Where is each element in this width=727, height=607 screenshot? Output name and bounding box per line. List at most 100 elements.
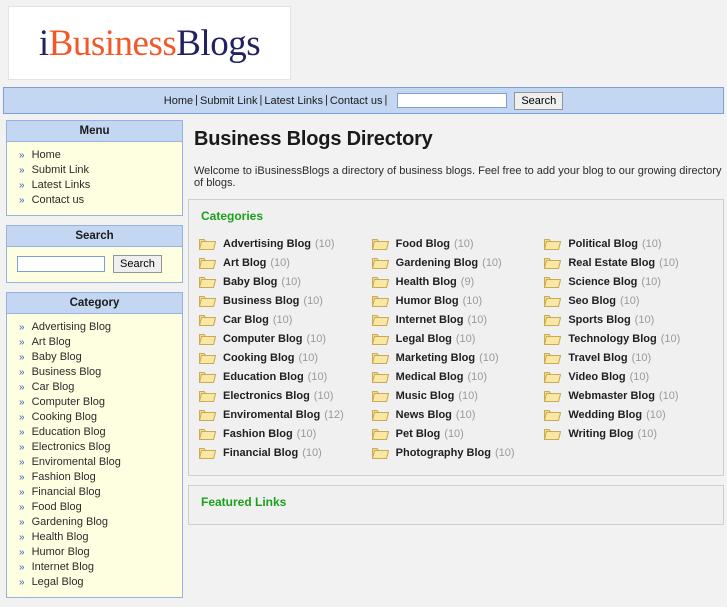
category-link-item[interactable]: Education Blog (10): [199, 368, 372, 385]
category-link-item[interactable]: Writing Blog (10): [544, 425, 717, 442]
category-link-item[interactable]: Gardening Blog (10): [371, 254, 545, 271]
sidebar-category-item[interactable]: » Humor Blog: [7, 545, 182, 560]
sidebar-category-label[interactable]: Business Blog: [32, 366, 102, 379]
sidebar-category-item[interactable]: » Computer Blog: [7, 395, 182, 410]
sidebar-search-button[interactable]: Search: [113, 255, 162, 273]
category-name[interactable]: Pet Blog: [396, 428, 441, 440]
category-name[interactable]: Computer Blog: [223, 333, 302, 345]
sidebar-category-item[interactable]: » Car Blog: [7, 380, 182, 395]
category-link-item[interactable]: Photography Blog (10): [371, 444, 545, 461]
category-name[interactable]: Internet Blog: [396, 314, 464, 326]
nav-link-latest-links[interactable]: Latest Links: [264, 94, 323, 106]
nav-link-contact-us[interactable]: Contact us: [330, 94, 383, 106]
category-name[interactable]: Fashion Blog: [223, 428, 293, 440]
nav-search-button[interactable]: Search: [514, 91, 564, 110]
category-name[interactable]: Art Blog: [223, 257, 266, 269]
category-link-item[interactable]: Music Blog (10): [371, 387, 545, 404]
sidebar-item-latest-links[interactable]: » Latest Links: [7, 178, 182, 193]
sidebar-category-item[interactable]: » Enviromental Blog: [7, 455, 182, 470]
sidebar-category-label[interactable]: Legal Blog: [32, 576, 84, 589]
sidebar-category-label[interactable]: Baby Blog: [32, 351, 82, 364]
category-link-item[interactable]: Sports Blog (10): [544, 311, 717, 328]
category-name[interactable]: Food Blog: [396, 238, 450, 250]
category-link-item[interactable]: Food Blog (10): [371, 235, 545, 252]
category-name[interactable]: Baby Blog: [223, 276, 277, 288]
category-name[interactable]: Webmaster Blog: [568, 390, 655, 402]
nav-search-input[interactable]: [397, 93, 508, 108]
category-name[interactable]: Sports Blog: [568, 314, 630, 326]
sidebar-search-input[interactable]: [17, 256, 105, 272]
category-name[interactable]: Travel Blog: [568, 352, 627, 364]
sidebar-category-item[interactable]: » Cooking Blog: [7, 410, 182, 425]
sidebar-category-label[interactable]: Advertising Blog: [32, 321, 112, 334]
category-link-item[interactable]: Art Blog (10): [199, 254, 372, 271]
category-name[interactable]: Music Blog: [396, 390, 455, 402]
sidebar-category-item[interactable]: » Health Blog: [7, 530, 182, 545]
category-link-item[interactable]: Wedding Blog (10): [544, 406, 717, 423]
category-name[interactable]: Cooking Blog: [223, 352, 295, 364]
sidebar-item-label[interactable]: Latest Links: [32, 179, 91, 192]
category-link-item[interactable]: Advertising Blog (10): [199, 235, 372, 252]
sidebar-category-item[interactable]: » Fashion Blog: [7, 470, 182, 485]
sidebar-category-item[interactable]: » Food Blog: [7, 500, 182, 515]
category-name[interactable]: Legal Blog: [396, 333, 452, 345]
sidebar-item-contact-us[interactable]: » Contact us: [7, 193, 182, 208]
sidebar-category-label[interactable]: Electronics Blog: [32, 441, 111, 454]
category-name[interactable]: Gardening Blog: [396, 257, 479, 269]
category-link-item[interactable]: Financial Blog (10): [199, 444, 372, 461]
sidebar-category-item[interactable]: » Advertising Blog: [7, 320, 182, 335]
sidebar-category-label[interactable]: Car Blog: [32, 381, 75, 394]
category-name[interactable]: Advertising Blog: [223, 238, 311, 250]
sidebar-category-item[interactable]: » Internet Blog: [7, 560, 182, 575]
sidebar-item-label[interactable]: Home: [32, 149, 61, 162]
sidebar-category-label[interactable]: Fashion Blog: [32, 471, 96, 484]
category-name[interactable]: Education Blog: [223, 371, 304, 383]
sidebar-category-label[interactable]: Internet Blog: [32, 561, 94, 574]
sidebar-category-item[interactable]: » Art Blog: [7, 335, 182, 350]
category-name[interactable]: Seo Blog: [568, 295, 616, 307]
category-name[interactable]: Business Blog: [223, 295, 299, 307]
category-name[interactable]: Photography Blog: [396, 447, 491, 459]
category-link-item[interactable]: Webmaster Blog (10): [544, 387, 717, 404]
category-link-item[interactable]: Seo Blog (10): [544, 292, 717, 309]
category-link-item[interactable]: Real Estate Blog (10): [544, 254, 717, 271]
category-name[interactable]: Enviromental Blog: [223, 409, 320, 421]
category-name[interactable]: Health Blog: [396, 276, 457, 288]
sidebar-category-label[interactable]: Cooking Blog: [32, 411, 97, 424]
category-link-item[interactable]: Health Blog (9): [371, 273, 545, 290]
sidebar-category-item[interactable]: » Baby Blog: [7, 350, 182, 365]
sidebar-category-item[interactable]: » Electronics Blog: [7, 440, 182, 455]
category-link-item[interactable]: Baby Blog (10): [199, 273, 372, 290]
category-name[interactable]: Marketing Blog: [396, 352, 475, 364]
nav-link-submit-link[interactable]: Submit Link: [200, 94, 257, 106]
sidebar-category-item[interactable]: » Business Blog: [7, 365, 182, 380]
category-name[interactable]: Video Blog: [568, 371, 625, 383]
category-name[interactable]: Science Blog: [568, 276, 637, 288]
category-name[interactable]: Medical Blog: [396, 371, 464, 383]
category-link-item[interactable]: Pet Blog (10): [371, 425, 545, 442]
category-link-item[interactable]: Computer Blog (10): [199, 330, 372, 347]
category-link-item[interactable]: Science Blog (10): [544, 273, 717, 290]
category-name[interactable]: Financial Blog: [223, 447, 298, 459]
category-link-item[interactable]: Medical Blog (10): [371, 368, 545, 385]
category-link-item[interactable]: Cooking Blog (10): [199, 349, 372, 366]
category-link-item[interactable]: Enviromental Blog (12): [199, 406, 372, 423]
category-link-item[interactable]: Video Blog (10): [544, 368, 717, 385]
category-link-item[interactable]: Political Blog (10): [544, 235, 717, 252]
category-name[interactable]: News Blog: [396, 409, 452, 421]
sidebar-item-home[interactable]: » Home: [7, 148, 182, 163]
sidebar-category-label[interactable]: Gardening Blog: [32, 516, 108, 529]
sidebar-category-label[interactable]: Computer Blog: [32, 396, 105, 409]
sidebar-category-label[interactable]: Education Blog: [32, 426, 106, 439]
category-name[interactable]: Wedding Blog: [568, 409, 642, 421]
sidebar-category-label[interactable]: Health Blog: [32, 531, 89, 544]
sidebar-category-label[interactable]: Financial Blog: [32, 486, 101, 499]
category-name[interactable]: Writing Blog: [568, 428, 633, 440]
category-link-item[interactable]: Humor Blog (10): [371, 292, 545, 309]
category-link-item[interactable]: Car Blog (10): [199, 311, 372, 328]
category-name[interactable]: Political Blog: [568, 238, 638, 250]
sidebar-category-item[interactable]: » Financial Blog: [7, 485, 182, 500]
category-name[interactable]: Technology Blog: [568, 333, 656, 345]
category-name[interactable]: Electronics Blog: [223, 390, 310, 402]
sidebar-category-item[interactable]: » Education Blog: [7, 425, 182, 440]
